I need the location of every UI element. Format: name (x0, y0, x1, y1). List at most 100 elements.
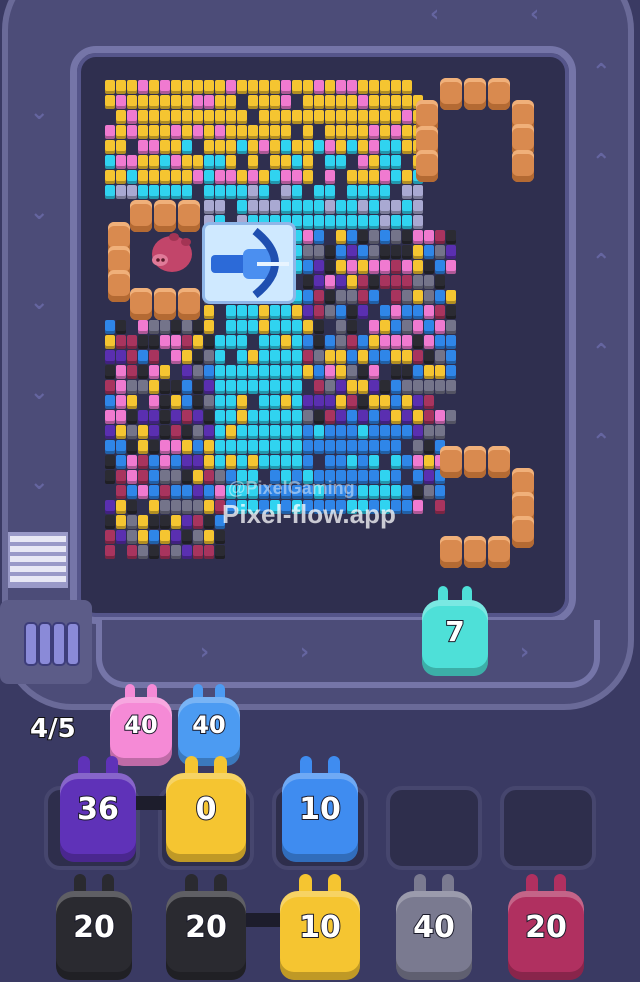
bunny-mid-3[interactable]: 10 (282, 756, 358, 862)
pixel-cell (303, 320, 313, 334)
pixel-cell (391, 170, 401, 184)
pixel-cell (347, 425, 357, 439)
pixel-cell (270, 395, 280, 409)
pixel-cell (116, 140, 126, 154)
pixel-cell (127, 125, 137, 139)
pixel-cell (281, 170, 291, 184)
pixel-cell (402, 95, 412, 109)
pixel-cell (325, 200, 335, 214)
pixel-cell (237, 110, 247, 124)
pixel-cell (303, 260, 313, 274)
pixel-cell (237, 125, 247, 139)
pixel-cell (226, 395, 236, 409)
pixel-cell (160, 395, 170, 409)
pixel-cell (193, 125, 203, 139)
pixel-cell (369, 95, 379, 109)
pixel-cell (391, 230, 401, 244)
pixel-cell (270, 80, 280, 94)
pixel-cell (248, 125, 258, 139)
pixel-cell (226, 155, 236, 169)
pixel-cell (325, 155, 335, 169)
pixel-cell (248, 140, 258, 154)
pixel-cell (369, 230, 379, 244)
slot-5[interactable] (500, 786, 596, 870)
pixel-cell (347, 275, 357, 289)
pixel-cell (248, 200, 258, 214)
pixel-cell (116, 335, 126, 349)
pixel-cell (402, 125, 412, 139)
pixel-cell (160, 410, 170, 424)
pixel-cell (116, 425, 126, 439)
pixel-cell (402, 365, 412, 379)
pixel-cell (325, 455, 335, 469)
pixel-cell (402, 110, 412, 124)
pig-icon (144, 228, 196, 284)
pixel-cell (435, 380, 445, 394)
pixel-cell (105, 320, 115, 334)
pixel-cell (138, 425, 148, 439)
pixel-cell (237, 410, 247, 424)
pixel-cell (314, 215, 324, 229)
pixel-cell (435, 290, 445, 304)
pixel-cell (391, 395, 401, 409)
bunny-bottom-3[interactable]: 10 (280, 874, 360, 980)
pixel-cell (369, 335, 379, 349)
bunny-mid-1[interactable]: 36 (60, 756, 136, 862)
bunny-bottom-1[interactable]: 20 (56, 874, 132, 980)
pixel-cell (116, 470, 126, 484)
pixel-cell (237, 185, 247, 199)
pixel-cell (105, 500, 115, 514)
pixel-cell (259, 170, 269, 184)
pixel-cell (116, 320, 126, 334)
pixel-cell (127, 470, 137, 484)
pixel-cell (215, 185, 225, 199)
pixel-cell (204, 335, 214, 349)
bunny-bottom-2[interactable]: 20 (166, 874, 246, 980)
pixel-cell (281, 95, 291, 109)
pixel-cell (369, 215, 379, 229)
pixel-cell (237, 200, 247, 214)
bunny-bottom-5[interactable]: 20 (508, 874, 584, 980)
pixel-cell (391, 335, 401, 349)
slot-4[interactable] (386, 786, 482, 870)
pixel-cell (336, 320, 346, 334)
queue-bunny-1[interactable]: 40 (110, 684, 172, 766)
pixel-cell (204, 455, 214, 469)
pixel-cell (358, 260, 368, 274)
pixel-cell (402, 485, 412, 499)
pixel-cell (226, 365, 236, 379)
active-bunny[interactable]: 7 (422, 586, 488, 676)
pixel-cell (204, 95, 214, 109)
pixel-cell (204, 320, 214, 334)
pixel-cell (446, 335, 456, 349)
pixel-cell (149, 455, 159, 469)
pixel-cell (171, 545, 181, 559)
pixel-cell (237, 140, 247, 154)
pixel-cell (171, 80, 181, 94)
pixel-cell (248, 365, 258, 379)
pixel-cell (259, 410, 269, 424)
pixel-cell (127, 350, 137, 364)
queue-bunny-2[interactable]: 40 (178, 684, 240, 766)
pixel-cell (281, 395, 291, 409)
bunny-mid-2[interactable]: 0 (166, 756, 246, 862)
pixel-cell (314, 320, 324, 334)
pixel-cell (171, 485, 181, 499)
bunny-bottom-4[interactable]: 40 (396, 874, 472, 980)
bunny-count: 36 (76, 791, 120, 828)
pixel-cell (270, 155, 280, 169)
pixel-cell (435, 485, 445, 499)
pixel-cell (193, 80, 203, 94)
pixel-cell (336, 290, 346, 304)
pixel-cell (424, 335, 434, 349)
pixel-cell (105, 425, 115, 439)
pixel-cell (215, 395, 225, 409)
pixel-cell (204, 80, 214, 94)
pixel-cell (446, 245, 456, 259)
pixel-cell (160, 530, 170, 544)
pixel-cell (259, 110, 269, 124)
pixel-cell (281, 410, 291, 424)
pixel-cell (105, 470, 115, 484)
pixel-cell (270, 125, 280, 139)
pixel-cell (358, 110, 368, 124)
